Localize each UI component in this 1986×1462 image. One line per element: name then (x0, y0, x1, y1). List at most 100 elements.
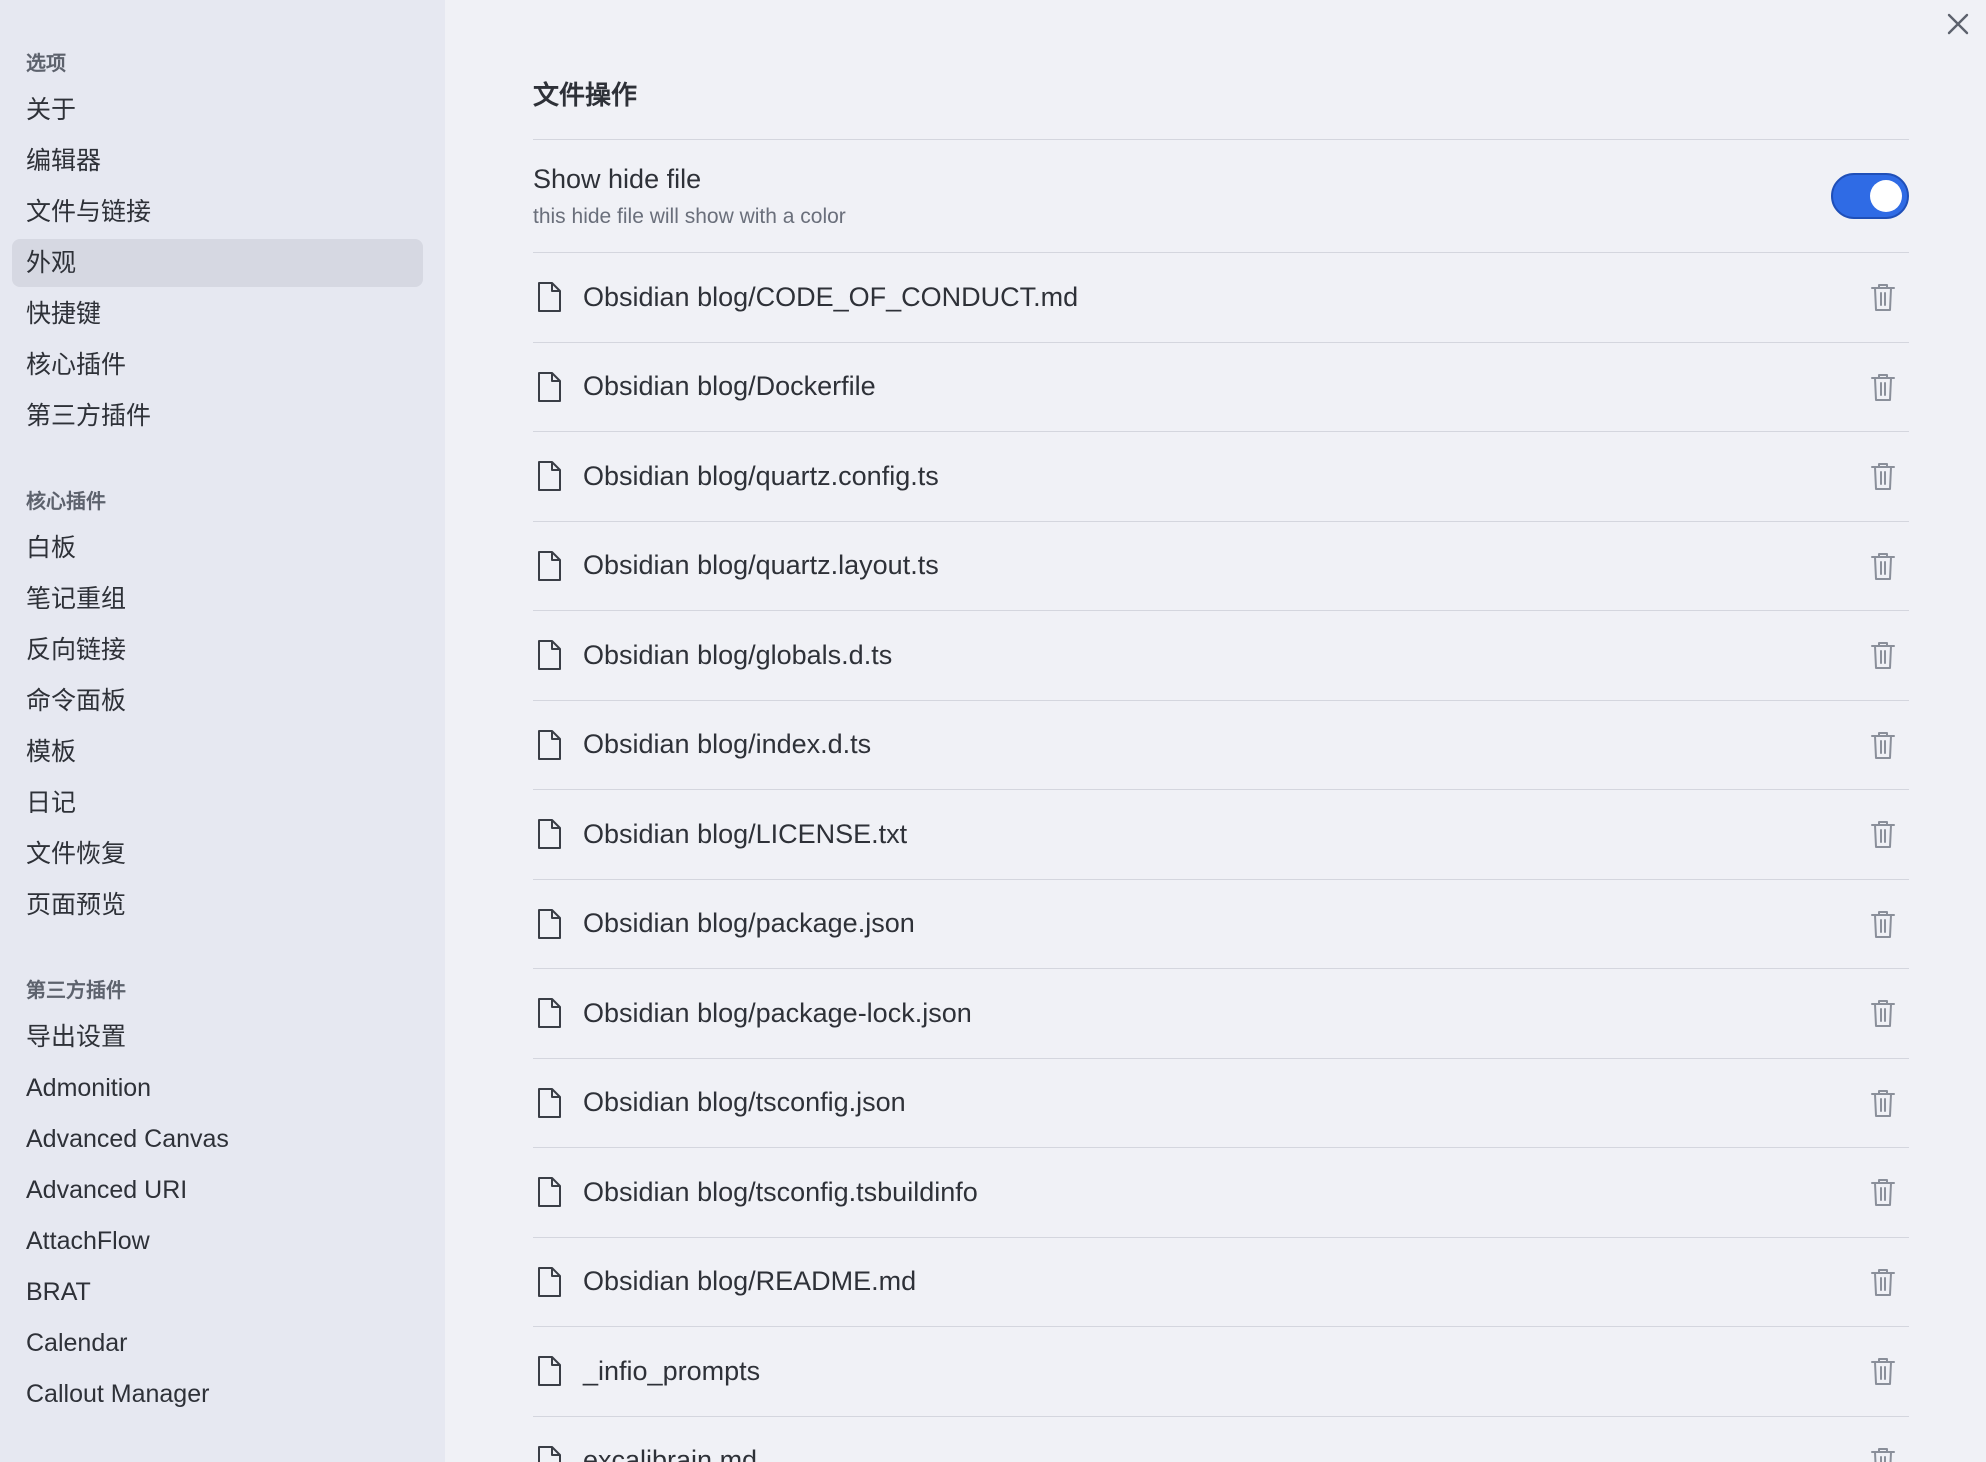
trash-icon (1871, 1089, 1895, 1117)
sidebar-item[interactable]: 模板 (12, 728, 423, 776)
file-row: Obsidian blog/package.json (533, 880, 1909, 969)
delete-button[interactable] (1863, 635, 1903, 675)
file-path: Obsidian blog/package-lock.json (583, 997, 972, 1028)
delete-button[interactable] (1863, 1083, 1903, 1123)
settings-main-panel: 文件操作 Show hide file this hide file will … (445, 0, 1986, 1462)
sidebar-item[interactable]: 文件恢复 (12, 830, 423, 878)
trash-icon (1871, 1000, 1895, 1028)
sidebar-group: 第三方插件导出设置 Admonition Advanced Canvas Advanc… (12, 973, 423, 1418)
file-path: Obsidian blog/Dockerfile (583, 371, 876, 402)
trash-icon (1871, 731, 1895, 759)
file-icon (535, 549, 567, 583)
sidebar-item[interactable]: 第三方插件 (12, 392, 423, 440)
sidebar-item[interactable]: BRAT (12, 1268, 423, 1316)
file-row: Obsidian blog/tsconfig.tsbuildinfo (533, 1148, 1909, 1238)
sidebar-item[interactable]: 导出设置 (12, 1013, 423, 1061)
sidebar-item[interactable]: AttachFlow (12, 1217, 423, 1265)
sidebar-item[interactable]: 页面预览 (12, 881, 423, 929)
sidebar-group-title: 核心插件 (26, 491, 106, 513)
file-row: Obsidian blog/README.md (533, 1238, 1909, 1327)
sidebar-item[interactable]: 关于 (12, 86, 423, 134)
trash-icon (1871, 552, 1895, 580)
delete-button[interactable] (1863, 1172, 1903, 1212)
setting-name: Show hide file (533, 163, 702, 194)
file-path: Obsidian blog/README.md (583, 1266, 917, 1297)
sidebar-group-title: 第三方插件 (26, 980, 126, 1002)
file-icon (535, 638, 567, 672)
setting-info: Show hide file this hide file will show … (533, 164, 846, 229)
file-path: Obsidian blog/tsconfig.json (583, 1087, 906, 1118)
sidebar-item[interactable]: Advanced URI (12, 1166, 423, 1214)
delete-button[interactable] (1863, 1441, 1903, 1462)
trash-icon (1871, 373, 1895, 401)
trash-icon (1871, 642, 1895, 670)
file-path: Obsidian blog/tsconfig.tsbuildinfo (583, 1176, 978, 1207)
file-icon (535, 1444, 567, 1462)
show-hide-file-toggle[interactable] (1831, 173, 1909, 219)
close-icon (1947, 13, 1969, 35)
file-row: _infio_prompts (533, 1327, 1909, 1417)
close-button[interactable] (1940, 6, 1976, 42)
show-hide-file-setting: Show hide file this hide file will show … (533, 140, 1909, 253)
trash-icon (1871, 1268, 1895, 1296)
sidebar-group: 选项关于 编辑器 文件与链接 外观 快捷键 核心插件 第三方插件 (12, 46, 423, 440)
trash-icon (1871, 821, 1895, 849)
sidebar-item[interactable]: 核心插件 (12, 341, 423, 389)
sidebar-group-title: 选项 (26, 53, 66, 75)
delete-button[interactable] (1863, 367, 1903, 407)
sidebar-item[interactable]: 笔记重组 (12, 575, 423, 623)
delete-button[interactable] (1863, 814, 1903, 854)
file-row: Obsidian blog/tsconfig.json (533, 1059, 1909, 1148)
trash-icon (1871, 284, 1895, 312)
trash-icon (1871, 1179, 1895, 1207)
sidebar-item[interactable]: Calendar (12, 1319, 423, 1367)
file-icon (535, 1086, 567, 1120)
settings-content: 文件操作 Show hide file this hide file will … (533, 60, 1909, 1462)
delete-button[interactable] (1863, 1351, 1903, 1391)
settings-window: 选项 关于 编辑器 文件与链接 外观 快捷键 核心插件 第三方插件 核心插件 白板 笔记重组 反向链接… (0, 0, 1986, 1462)
file-icon (535, 996, 567, 1030)
file-icon (535, 459, 567, 493)
file-icon (535, 1354, 567, 1388)
file-icon (535, 907, 567, 941)
sidebar-item[interactable]: 文件与链接 (12, 188, 423, 236)
hidden-file-list: Obsidian blog/CODE_OF_CONDUCT.md Obsidia… (533, 253, 1909, 1462)
delete-button[interactable] (1863, 546, 1903, 586)
sidebar-item[interactable]: Advanced Canvas (12, 1115, 423, 1163)
sidebar-item[interactable]: 命令面板 (12, 677, 423, 725)
file-row: Obsidian blog/quartz.layout.ts (533, 522, 1909, 611)
delete-button[interactable] (1863, 456, 1903, 496)
sidebar-item[interactable]: 编辑器 (12, 137, 423, 185)
file-path: _infio_prompts (583, 1355, 761, 1386)
file-path: Obsidian blog/quartz.config.ts (583, 460, 939, 491)
section-title: 文件操作 (533, 60, 1909, 140)
sidebar-item[interactable]: 外观 (12, 239, 423, 287)
file-row: excalibrain.md (533, 1417, 1909, 1462)
sidebar-item[interactable]: Admonition (12, 1064, 423, 1112)
file-row: Obsidian blog/LICENSE.txt (533, 790, 1909, 880)
sidebar-item[interactable]: 日记 (12, 779, 423, 827)
setting-description: this hide file will show with a color (533, 204, 846, 228)
file-row: Obsidian blog/Dockerfile (533, 343, 1909, 432)
trash-icon (1871, 463, 1895, 491)
delete-button[interactable] (1863, 725, 1903, 765)
sidebar-item[interactable]: 快捷键 (12, 290, 423, 338)
file-row: Obsidian blog/globals.d.ts (533, 611, 1909, 701)
sidebar-group: 核心插件白板 笔记重组 反向链接 命令面板 模板 日记 文件恢复 页面预览 (12, 484, 423, 929)
trash-icon (1871, 1447, 1895, 1462)
delete-button[interactable] (1863, 1262, 1903, 1302)
file-icon (535, 728, 567, 762)
sidebar-item[interactable]: 反向链接 (12, 626, 423, 674)
file-row: Obsidian blog/CODE_OF_CONDUCT.md (533, 253, 1909, 343)
sidebar-item[interactable]: 白板 (12, 524, 423, 572)
file-path: Obsidian blog/globals.d.ts (583, 639, 893, 670)
file-path: Obsidian blog/package.json (583, 908, 915, 939)
delete-button[interactable] (1863, 277, 1903, 317)
file-icon (535, 280, 567, 314)
file-path: Obsidian blog/CODE_OF_CONDUCT.md (583, 281, 1079, 312)
file-row: Obsidian blog/index.d.ts (533, 701, 1909, 790)
trash-icon (1871, 910, 1895, 938)
delete-button[interactable] (1863, 904, 1903, 944)
delete-button[interactable] (1863, 993, 1903, 1033)
sidebar-item[interactable]: Callout Manager (12, 1370, 423, 1418)
